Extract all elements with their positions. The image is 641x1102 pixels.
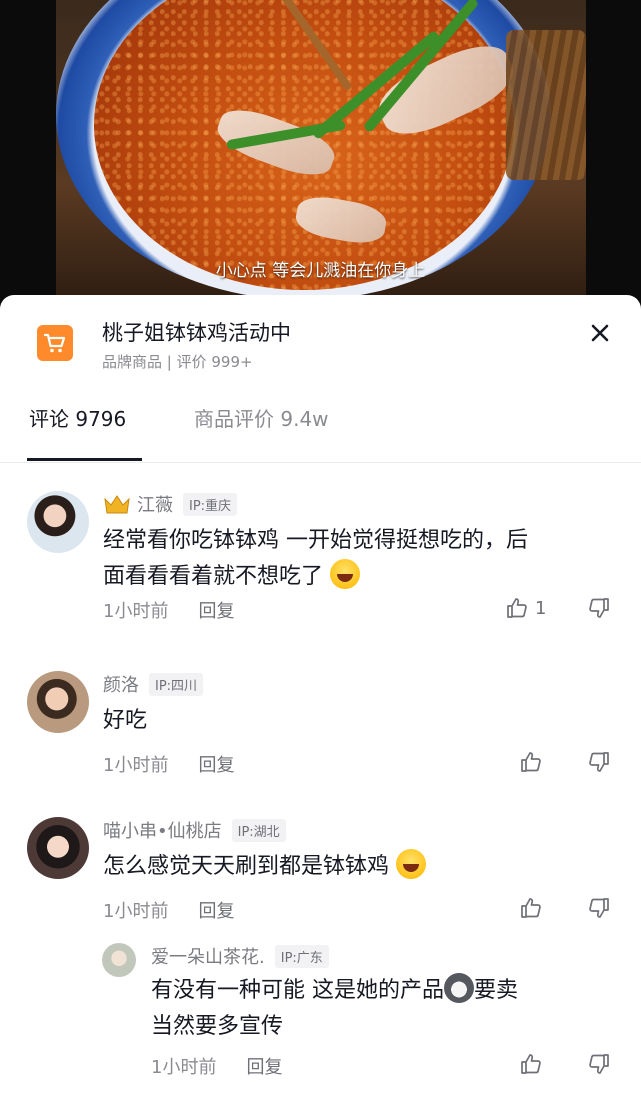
tab-comments[interactable]: 评论 9796	[29, 403, 126, 453]
shopping-cart-icon	[37, 325, 73, 361]
tab-bar: 评论 9796 商品评价 9.4w	[0, 395, 641, 463]
ip-location-badge: IP:广东	[274, 944, 329, 968]
product-subtitle: 品牌商品 | 评价 999+	[102, 353, 253, 371]
comment-item: 喵小串•仙桃店 IP:湖北 怎么感觉天天刷到都是钵钵鸡 1小时前 回复	[0, 811, 641, 941]
dislike-button[interactable]	[587, 750, 611, 778]
avatar[interactable]	[102, 943, 136, 977]
thumbs-up-icon	[521, 752, 541, 772]
laughing-emoji-icon	[396, 849, 427, 879]
ip-location-badge: IP:四川	[149, 672, 204, 696]
comment-text-line: 经常看你吃钵钵鸡 一开始觉得挺想吃的，后	[103, 528, 528, 553]
like-button[interactable]	[519, 750, 543, 774]
comment-meta: 喵小串•仙桃店 IP:湖北	[103, 817, 286, 843]
avatar[interactable]	[27, 671, 89, 733]
thumbs-down-icon	[589, 1054, 609, 1074]
crown-icon	[104, 495, 130, 514]
comment-item: 江薇 IP:重庆 经常看你吃钵钵鸡 一开始觉得挺想吃的，后 面看看看着就不想吃了…	[0, 485, 641, 645]
avatar[interactable]	[27, 817, 89, 879]
product-bar[interactable]: 桃子姐钵钵鸡活动中 品牌商品 | 评价 999+	[0, 295, 641, 385]
like-button[interactable]: 1	[505, 596, 546, 620]
comment-time: 1小时前	[103, 901, 169, 922]
video-player[interactable]: 小心点 等会儿溅油在你身上	[0, 0, 641, 310]
dislike-button[interactable]	[587, 1052, 611, 1080]
comment-text-line: 当然要多宣传	[151, 1014, 284, 1039]
laughing-emoji-icon	[330, 559, 361, 589]
comment-actions: 1小时前 回复	[151, 1053, 282, 1079]
comment-time: 1小时前	[151, 1057, 217, 1078]
ip-location-badge: IP:重庆	[183, 492, 238, 516]
thumbs-down-icon	[589, 898, 609, 918]
comment-sheet: 桃子姐钵钵鸡活动中 品牌商品 | 评价 999+ 评论 9796 商品评价 9.…	[0, 295, 641, 1102]
username[interactable]: 颜洛	[103, 671, 139, 697]
username[interactable]: 江薇	[137, 491, 173, 517]
reply-button[interactable]: 回复	[198, 897, 234, 923]
comment-text-line: 面看看看着就不想吃了	[103, 564, 324, 589]
reply-button[interactable]: 回复	[198, 597, 234, 623]
comment-meta: 颜洛 IP:四川	[103, 671, 204, 697]
like-button[interactable]	[519, 1052, 543, 1076]
tab-product-reviews[interactable]: 商品评价 9.4w	[194, 403, 329, 453]
comment-text: 有没有一种可能 这是她的产品 要卖 当然要多宣传	[151, 973, 621, 1045]
comment-text: 怎么感觉天天刷到都是钵钵鸡	[103, 849, 427, 885]
comment-text-line: 有没有一种可能 这是她的产品	[151, 978, 444, 1003]
comment-text-line: 怎么感觉天天刷到都是钵钵鸡	[103, 854, 390, 879]
close-icon	[591, 324, 609, 342]
username[interactable]: 爱一朵山茶花.	[151, 943, 265, 969]
thumbs-down-icon	[589, 752, 609, 772]
comment-actions: 1小时前 回复	[103, 597, 234, 623]
comment-text: 经常看你吃钵钵鸡 一开始觉得挺想吃的，后 面看看看着就不想吃了	[103, 523, 613, 595]
close-button[interactable]	[584, 317, 616, 349]
thumbs-up-icon	[521, 898, 541, 918]
comment-actions: 1小时前 回复	[103, 897, 234, 923]
comment-meta: 江薇 IP:重庆	[103, 491, 238, 517]
comment-item: 颜洛 IP:四川 好吃 1小时前 回复	[0, 665, 641, 795]
dislike-button[interactable]	[587, 596, 611, 624]
like-button[interactable]	[519, 896, 543, 920]
husky-dog-emoji-icon	[444, 973, 474, 1003]
reply-item: 爱一朵山茶花. IP:广东 有没有一种可能 这是她的产品 要卖 当然要多宣传 1小…	[0, 939, 641, 1099]
avatar[interactable]	[27, 491, 89, 553]
comment-text: 好吃	[103, 708, 148, 733]
reply-button[interactable]: 回复	[246, 1053, 282, 1079]
tab-active-indicator	[27, 458, 142, 461]
thumbs-down-icon	[589, 598, 609, 618]
video-subtitle: 小心点 等会儿溅油在你身上	[215, 261, 426, 281]
comment-text-line: 要卖	[474, 978, 519, 1003]
comment-meta: 爱一朵山茶花. IP:广东	[151, 943, 329, 969]
dislike-button[interactable]	[587, 896, 611, 924]
reply-button[interactable]: 回复	[198, 751, 234, 777]
comment-actions: 1小时前 回复	[103, 751, 234, 777]
thumbs-up-icon	[507, 598, 527, 618]
ip-location-badge: IP:湖北	[231, 818, 286, 842]
product-title: 桃子姐钵钵鸡活动中	[102, 321, 291, 345]
comment-time: 1小时前	[103, 755, 169, 776]
username[interactable]: 喵小串•仙桃店	[103, 817, 222, 843]
skewer-sticks	[506, 30, 586, 180]
thumbs-up-icon	[521, 1054, 541, 1074]
comment-time: 1小时前	[103, 601, 169, 622]
like-count: 1	[535, 597, 547, 619]
